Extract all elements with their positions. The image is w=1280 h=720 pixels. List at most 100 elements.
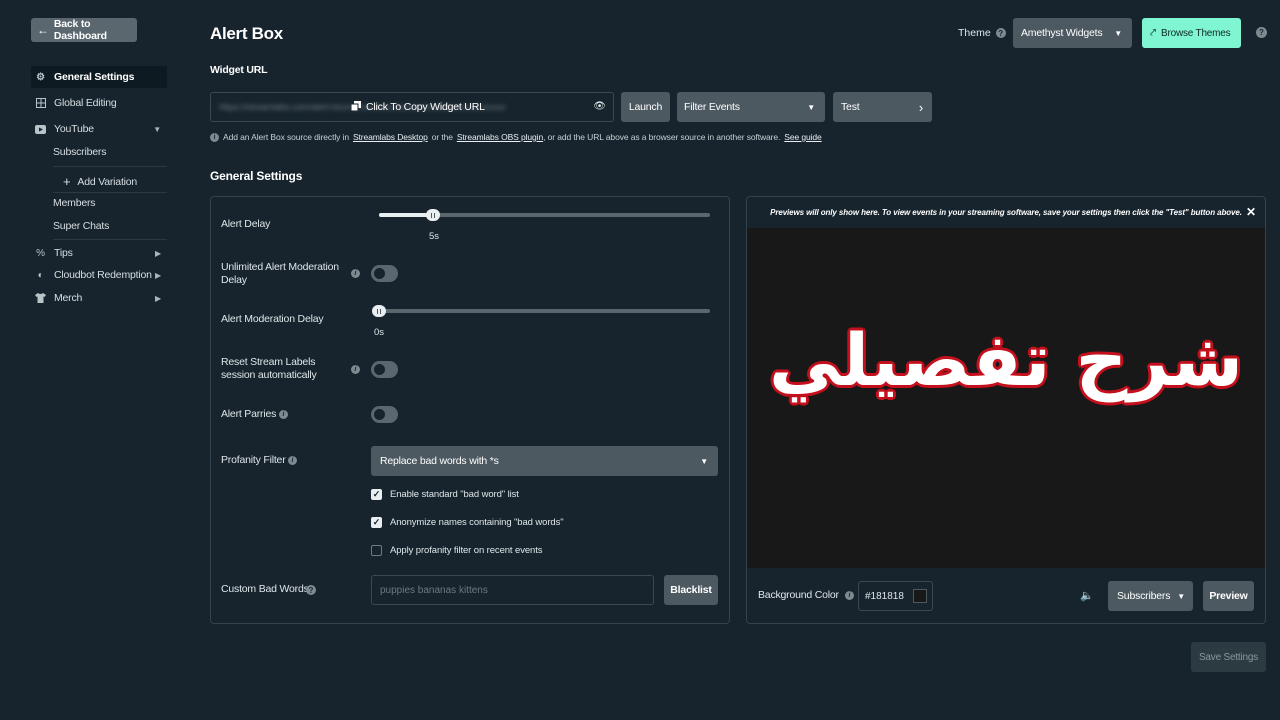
preview-event-select[interactable]: Subscribers ▼ xyxy=(1108,581,1193,611)
plus-icon: + xyxy=(63,174,71,189)
copy-url-label: Click To Copy Widget URL xyxy=(366,101,485,113)
custom-bad-words-input[interactable]: puppies bananas kittens xyxy=(371,575,654,605)
volume-icon[interactable]: 🔈 xyxy=(1080,589,1094,602)
background-color-value: #181818 xyxy=(865,590,904,602)
alert-parries-label: Alert Parries xyxy=(221,408,277,420)
general-settings-heading: General Settings xyxy=(210,169,303,183)
theme-select-value: Amethyst Widgets xyxy=(1021,27,1103,39)
sidebar-subitem-members[interactable]: Members xyxy=(53,197,96,209)
preview-note: Previews will only show here. To view ev… xyxy=(770,207,1242,217)
widget-url-field[interactable]: https://streamlabs.com/alert-box/v3/xxxx… xyxy=(210,92,614,122)
divider xyxy=(53,166,167,167)
add-variation-button[interactable]: + Add Variation xyxy=(63,174,137,189)
sidebar-item-label: General Settings xyxy=(54,71,135,83)
help-icon[interactable]: ? xyxy=(1256,27,1267,38)
custom-bad-words-label: Custom Bad Words xyxy=(221,583,309,595)
color-swatch[interactable] xyxy=(913,589,927,603)
sidebar-item-tips[interactable]: % Tips ▶ xyxy=(31,242,167,264)
anonymize-names-checkbox[interactable]: ✓ Anonymize names containing "bad words" xyxy=(371,517,564,528)
sidebar-item-merch[interactable]: Merch ▶ xyxy=(31,287,167,309)
sidebar-item-cloudbot[interactable]: ◐ Cloudbot Redemption ▶ xyxy=(31,264,167,286)
back-label: Back to Dashboard xyxy=(53,18,107,42)
sidebar-item-general-settings[interactable]: ⚙ General Settings xyxy=(31,66,167,88)
gear-icon: ⚙ xyxy=(36,71,45,83)
eye-icon[interactable]: 👁 xyxy=(593,101,606,112)
see-guide-link[interactable]: See guide xyxy=(784,132,821,142)
chevron-down-icon: ▼ xyxy=(1114,28,1122,38)
info-icon[interactable]: i xyxy=(351,365,360,374)
info-icon[interactable]: i xyxy=(279,410,288,419)
launch-button[interactable]: Launch xyxy=(621,92,670,122)
chevron-down-icon: ▼ xyxy=(807,102,815,112)
obs-plugin-link[interactable]: Streamlabs OBS plugin xyxy=(457,132,543,142)
preview-event-value: Subscribers xyxy=(1117,590,1171,602)
save-settings-button[interactable]: Save Settings xyxy=(1191,642,1266,672)
profanity-filter-label: Profanity Filter xyxy=(221,454,286,466)
browse-themes-button[interactable]: ⤤ Browse Themes xyxy=(1142,18,1241,48)
background-color-text: Background Color xyxy=(758,589,839,601)
checkbox-checked-icon[interactable]: ✓ xyxy=(371,517,382,528)
sidebar-item-global-editing[interactable]: Global Editing xyxy=(31,92,167,114)
arrow-left-icon: ← xyxy=(37,23,49,37)
preview-button[interactable]: Preview xyxy=(1203,581,1254,611)
custom-bad-words-placeholder: puppies bananas kittens xyxy=(380,584,488,596)
blacklist-button[interactable]: Blacklist xyxy=(664,575,718,605)
chevron-right-icon: ▶ xyxy=(155,293,161,303)
sidebar-subitem-super-chats[interactable]: Super Chats xyxy=(53,220,109,232)
back-to-dashboard-button[interactable]: ← Back to Dashboard xyxy=(31,18,137,42)
filter-events-value: Filter Events xyxy=(684,101,740,113)
filter-events-select[interactable]: Filter Events ▼ xyxy=(677,92,825,122)
grid-icon xyxy=(35,98,46,109)
checkbox-checked-icon[interactable]: ✓ xyxy=(371,489,382,500)
theme-label-text: Theme xyxy=(958,27,991,39)
theme-select[interactable]: Amethyst Widgets ▼ xyxy=(1013,18,1132,48)
alert-delay-label: Alert Delay xyxy=(221,218,271,230)
info-text: or the xyxy=(431,132,453,142)
enable-bad-word-list-checkbox[interactable]: ✓ Enable standard "bad word" list xyxy=(371,489,519,500)
moderation-delay-value: 0s xyxy=(374,327,385,338)
add-variation-label: Add Variation xyxy=(77,175,138,188)
alert-delay-fill xyxy=(379,213,432,217)
chevron-down-icon: ▼ xyxy=(153,124,161,134)
profanity-filter-select[interactable]: Replace bad words with *s ▼ xyxy=(371,446,718,476)
sidebar-item-youtube[interactable]: YouTube ▼ xyxy=(31,118,167,140)
external-link-icon: ⤤ xyxy=(1150,26,1156,39)
alert-parries-toggle[interactable] xyxy=(371,406,398,423)
unlimited-moderation-label: Unlimited Alert Moderation Delay xyxy=(221,261,339,286)
divider xyxy=(53,192,167,193)
sidebar-item-label: Cloudbot Redemption xyxy=(54,269,152,281)
moderation-delay-handle[interactable] xyxy=(372,305,386,317)
close-icon[interactable]: ✕ xyxy=(1246,205,1256,219)
launch-label: Launch xyxy=(628,101,663,113)
info-icon[interactable]: i xyxy=(288,456,297,465)
streamlabs-desktop-link[interactable]: Streamlabs Desktop xyxy=(353,132,428,142)
help-icon[interactable]: ? xyxy=(995,28,1006,38)
moderation-delay-label: Alert Moderation Delay xyxy=(221,313,324,325)
chevron-right-icon: › xyxy=(918,99,923,115)
test-label: Test xyxy=(841,101,860,113)
background-color-input[interactable]: #181818 xyxy=(858,581,933,611)
test-button[interactable]: Test › xyxy=(833,92,932,122)
sidebar-item-label: Tips xyxy=(54,247,73,259)
unlimited-moderation-toggle[interactable] xyxy=(371,265,398,282)
profanity-filter-value: Replace bad words with *s xyxy=(380,455,499,467)
reset-stream-labels-toggle[interactable] xyxy=(371,361,398,378)
moderation-delay-slider[interactable] xyxy=(379,309,710,313)
blacklist-label: Blacklist xyxy=(670,584,712,596)
copy-icon xyxy=(350,100,361,114)
sidebar-subitem-subscribers[interactable]: Subscribers xyxy=(53,146,106,158)
copy-url-button[interactable]: Click To Copy Widget URL xyxy=(350,93,485,121)
chevron-down-icon: ▼ xyxy=(1177,591,1185,601)
background-color-label: Background Color i xyxy=(758,589,854,601)
preview-panel: Previews will only show here. To view ev… xyxy=(746,196,1266,624)
info-icon[interactable]: i xyxy=(844,590,854,600)
checkbox-unchecked-icon[interactable] xyxy=(371,545,382,556)
help-icon[interactable]: ? xyxy=(306,585,316,595)
alert-delay-handle[interactable] xyxy=(426,209,440,221)
info-text: , or add the URL above as a browser sour… xyxy=(543,132,781,142)
apply-recent-events-checkbox[interactable]: Apply profanity filter on recent events xyxy=(371,545,543,556)
info-icon[interactable]: i xyxy=(351,269,360,278)
checkbox-label: Anonymize names containing "bad words" xyxy=(390,517,564,528)
save-settings-label: Save Settings xyxy=(1198,651,1259,663)
divider xyxy=(53,239,167,240)
